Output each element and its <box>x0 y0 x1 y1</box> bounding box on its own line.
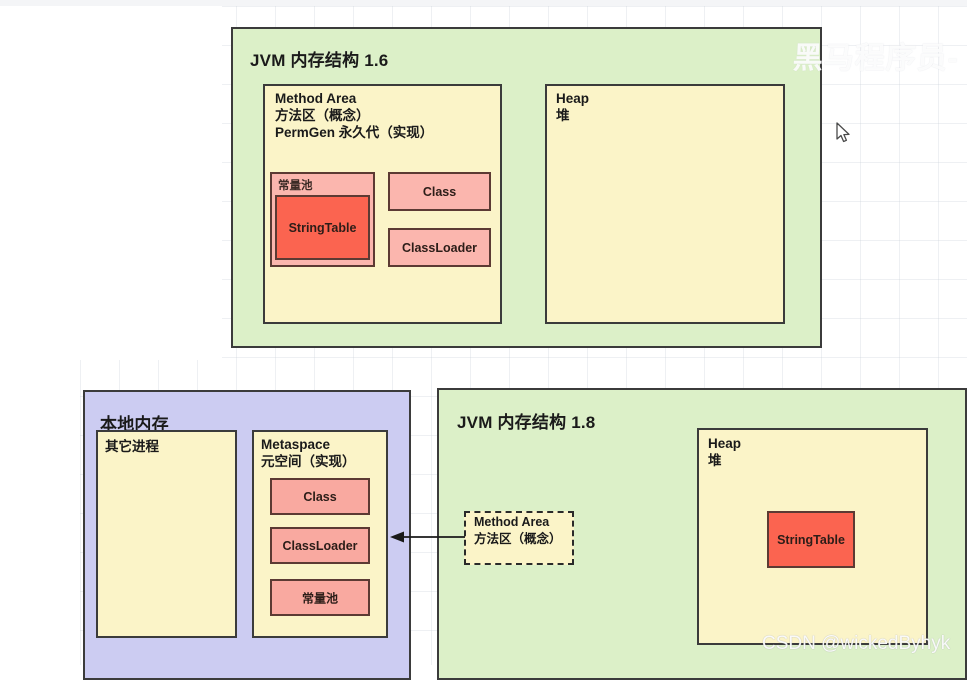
other-processes-label: 其它进程 <box>105 439 159 454</box>
diagram-canvas: JVM 内存结构 1.6 Method Area 方法区（概念） PermGen… <box>0 0 967 680</box>
metaspace-constant-pool-box: 常量池 <box>270 579 370 616</box>
heap-box-16 <box>545 84 785 324</box>
class-label-16: Class <box>422 184 457 199</box>
method-area-line-2: 方法区（概念） <box>275 108 370 123</box>
brand-watermark: 黑马程序员- <box>791 42 960 75</box>
heap-label-18-line-2: 堆 <box>708 453 722 468</box>
string-table-box-18: StringTable <box>767 511 855 568</box>
metaspace-class-label: Class <box>303 489 337 504</box>
class-loader-box-16: ClassLoader <box>388 228 491 267</box>
method-area-note-line-1: Method Area <box>474 515 550 529</box>
method-area-line-3: PermGen 永久代（实现） <box>275 125 434 140</box>
heap-label-18-line-1: Heap <box>708 436 742 451</box>
method-area-line-1: Method Area <box>275 91 357 106</box>
metaspace-line-1: Metaspace <box>261 437 331 452</box>
class-box-16: Class <box>388 172 491 211</box>
metaspace-class-loader-label: ClassLoader <box>282 538 358 553</box>
metaspace-constant-pool-label: 常量池 <box>301 591 338 605</box>
mouse-cursor <box>836 122 850 143</box>
other-processes-box <box>96 430 237 638</box>
top-strip <box>0 0 967 6</box>
metaspace-line-2: 元空间（实现） <box>261 454 356 469</box>
string-table-label-16: StringTable <box>288 220 357 235</box>
grid-mask-left-column <box>0 0 80 665</box>
metaspace-class-box: Class <box>270 478 370 515</box>
heap-label-16-line-1: Heap <box>556 91 590 106</box>
method-area-note-line-2: 方法区（概念） <box>474 532 562 546</box>
metaspace-class-loader-box: ClassLoader <box>270 527 370 564</box>
string-table-box-16: StringTable <box>275 195 370 260</box>
class-loader-label-16: ClassLoader <box>401 240 478 255</box>
heap-label-16-line-2: 堆 <box>556 108 570 123</box>
string-table-label-18: StringTable <box>777 532 845 547</box>
jvm-18-title: JVM 内存结构 1.8 <box>457 413 596 432</box>
constant-pool-label-16: 常量池 <box>278 180 313 192</box>
jvm-16-title: JVM 内存结构 1.6 <box>250 51 389 70</box>
source-watermark: CSDN @wickedByhyk <box>762 633 951 654</box>
